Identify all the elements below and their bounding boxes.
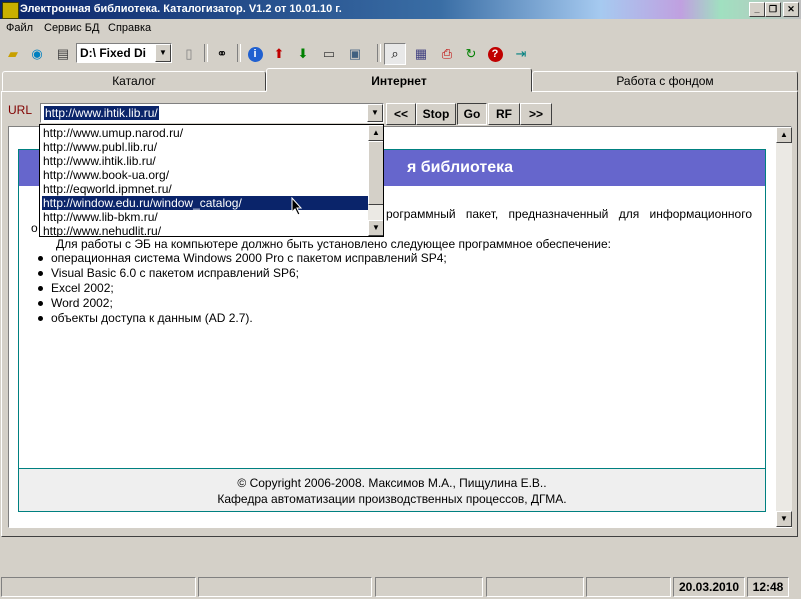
binoculars-icon[interactable]: ⚭	[211, 43, 233, 65]
tab-catalog[interactable]: Каталог	[2, 71, 266, 91]
list-item: Visual Basic 6.0 с пакетом исправлений S…	[33, 266, 447, 281]
form-icon[interactable]: ▭	[318, 43, 340, 65]
stop-button[interactable]: Stop	[416, 103, 456, 125]
list-item: объекты доступа к данным (AD 2.7).	[33, 311, 447, 326]
dropdown-item[interactable]: http://eqworld.ipmnet.ru/	[42, 182, 368, 196]
drive-select-value: D:\ Fixed Di	[80, 46, 147, 60]
copyright-text: © Copyright 2006-2008. Максимов М.А., Пи…	[237, 476, 547, 490]
tab-fund-work[interactable]: Работа с фондом	[532, 71, 798, 91]
printer-icon[interactable]: ⎙	[436, 43, 458, 65]
url-combobox[interactable]: http://www.ihtik.lib.ru/ ▼	[40, 103, 384, 123]
dropdown-item[interactable]: http://www.book-ua.org/	[42, 168, 368, 182]
chevron-down-icon[interactable]: ▼	[367, 104, 383, 122]
list-item: Excel 2002;	[33, 281, 447, 296]
go-button[interactable]: Go	[457, 103, 487, 125]
menu-db-service[interactable]: Сервис БД	[44, 22, 99, 34]
list-item: операционная система Windows 2000 Pro с …	[33, 251, 447, 266]
dropdown-item[interactable]: http://www.nehudlit.ru/	[42, 224, 368, 236]
forward-button[interactable]: >>	[520, 103, 552, 125]
page-footer: © Copyright 2006-2008. Максимов М.А., Пи…	[18, 468, 766, 512]
page-header-text: я библиотека	[407, 159, 513, 176]
tab-internet[interactable]: Интернет	[266, 68, 532, 92]
document-icon[interactable]: ▯	[178, 43, 200, 65]
back-button[interactable]: <<	[386, 103, 416, 125]
dropdown-item[interactable]: http://www.umup.narod.ru/	[42, 126, 368, 140]
scroll-thumb[interactable]	[368, 141, 383, 205]
rf-button[interactable]: RF	[488, 103, 520, 125]
status-panel	[375, 577, 483, 597]
maximize-button[interactable]: ❐	[765, 2, 781, 17]
info-icon[interactable]: i	[244, 43, 266, 65]
menu-bar: Файл Сервис БД Справка	[0, 20, 801, 38]
toolbar-separator	[237, 44, 241, 62]
intro-text: рограммный пакет, предназначенный для ин…	[386, 207, 752, 221]
requirements-list: операционная система Windows 2000 Pro с …	[33, 251, 447, 326]
scroll-up-icon[interactable]: ▲	[776, 127, 792, 143]
status-panel	[198, 577, 372, 597]
dropdown-scrollbar[interactable]: ▲ ▼	[368, 125, 383, 236]
toolbar-separator	[204, 44, 208, 62]
help-icon[interactable]: ?	[484, 43, 506, 65]
list-item: Word 2002;	[33, 296, 447, 311]
mouse-pointer-icon	[291, 197, 303, 216]
status-time: 12:48	[747, 577, 789, 597]
url-label: URL	[8, 103, 33, 117]
scroll-up-icon[interactable]: ▲	[368, 125, 383, 141]
toolbar-separator	[377, 44, 381, 62]
preview-icon[interactable]: ⌕	[384, 43, 406, 65]
minimize-button[interactable]: _	[749, 2, 765, 17]
dropdown-item-selected[interactable]: http://window.edu.ru/window_catalog/	[42, 196, 368, 210]
chevron-down-icon[interactable]: ▼	[155, 44, 171, 62]
status-bar: 20.03.2010 12:48	[0, 574, 801, 599]
dropdown-item[interactable]: http://www.ihtik.lib.ru/	[42, 154, 368, 168]
import-icon[interactable]: ⬇	[292, 43, 314, 65]
browser-scrollbar[interactable]: ▲ ▼	[776, 127, 792, 527]
status-panel	[586, 577, 671, 597]
department-text: Кафедра автоматизации производственных п…	[217, 492, 567, 506]
url-dropdown-list[interactable]: http://www.umup.narod.ru/ http://www.pub…	[39, 124, 384, 237]
refresh-icon[interactable]: ↻	[460, 43, 482, 65]
window-title: Электронная библиотека. Каталогизатор. V…	[20, 3, 342, 15]
menu-help[interactable]: Справка	[108, 22, 151, 34]
title-bar[interactable]: Электронная библиотека. Каталогизатор. V…	[0, 0, 801, 19]
status-date: 20.03.2010	[673, 577, 745, 597]
scroll-down-icon[interactable]: ▼	[368, 220, 383, 236]
network-icon[interactable]: ◉	[26, 43, 48, 65]
close-button[interactable]: ✕	[783, 2, 799, 17]
status-panel	[486, 577, 584, 597]
drive-icon[interactable]: ▤	[52, 43, 74, 65]
status-panel	[1, 577, 196, 597]
export-icon[interactable]: ⬆	[268, 43, 290, 65]
intro-text-cont: о	[31, 221, 38, 235]
scroll-down-icon[interactable]: ▼	[776, 511, 792, 527]
open-folder-icon[interactable]: ▰	[2, 43, 24, 65]
toolbar: ▰ ◉ ▤ D:\ Fixed Di ▼ ▯ ⚭ i ⬆ ⬇ ▭ ▣ ⌕ ▦ ⎙…	[0, 40, 801, 67]
drive-select[interactable]: D:\ Fixed Di ▼	[76, 43, 172, 63]
image-icon[interactable]: ▣	[344, 43, 366, 65]
dropdown-item[interactable]: http://www.lib-bkm.ru/	[42, 210, 368, 224]
exit-icon[interactable]: ⇥	[510, 43, 532, 65]
requirements-intro: Для работы с ЭБ на компьютере должно быт…	[56, 237, 611, 251]
url-input-value[interactable]: http://www.ihtik.lib.ru/	[44, 106, 159, 120]
app-icon	[2, 2, 19, 19]
menu-file[interactable]: Файл	[6, 22, 33, 34]
dropdown-item[interactable]: http://www.publ.lib.ru/	[42, 140, 368, 154]
calculator-icon[interactable]: ▦	[410, 43, 432, 65]
